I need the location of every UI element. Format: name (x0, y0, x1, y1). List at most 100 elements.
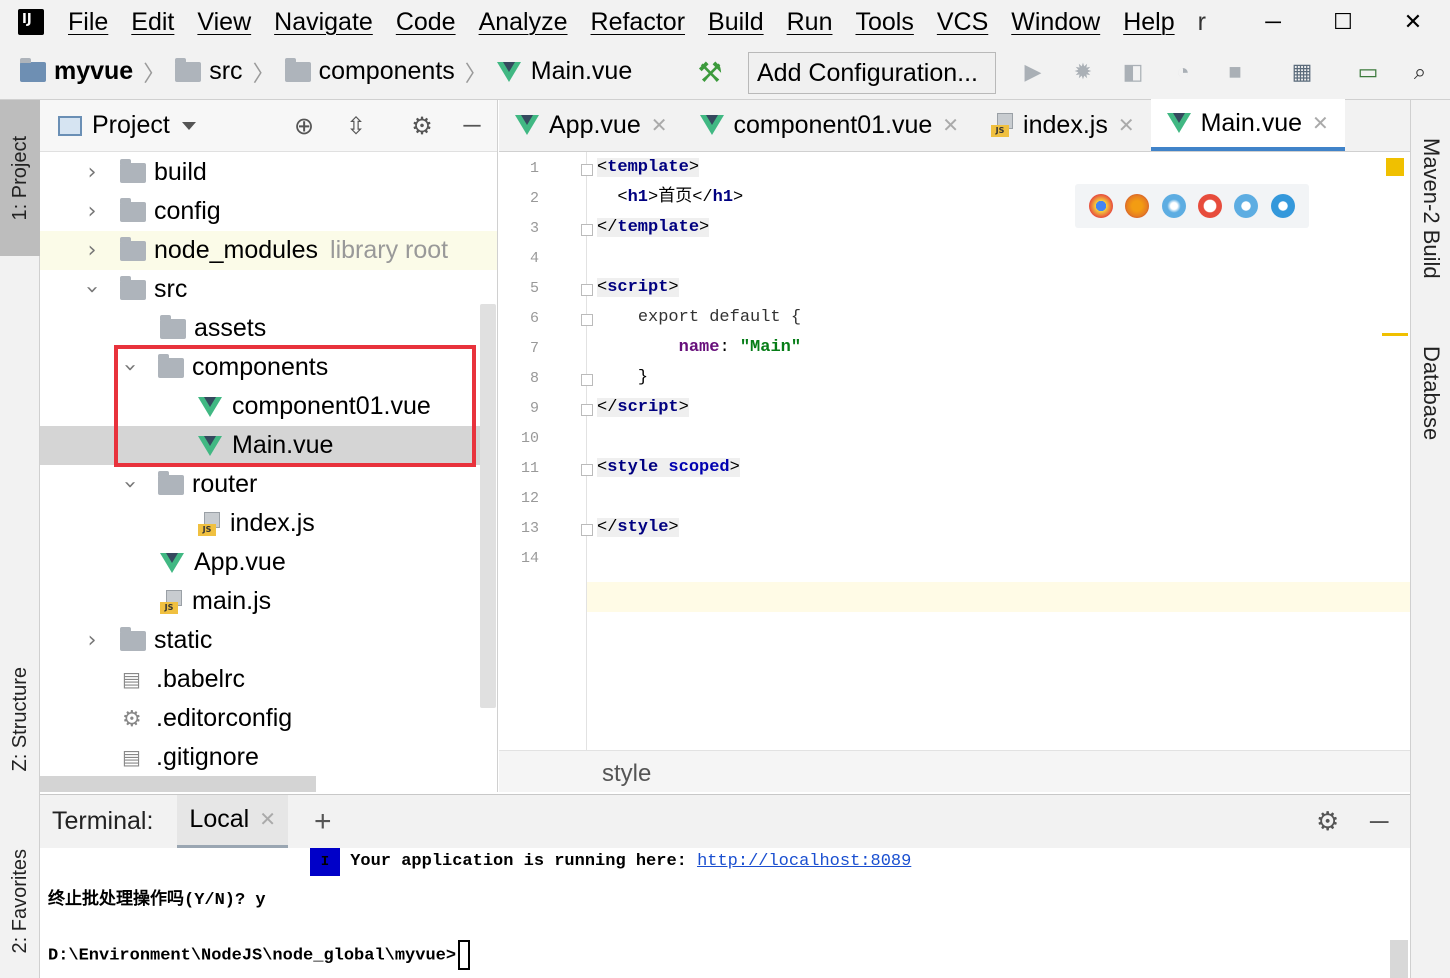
code-line-3[interactable]: </template> (597, 213, 710, 243)
terminal-output[interactable]: I Your application is running here: http… (40, 848, 1382, 978)
code-line-6[interactable]: export default { (597, 303, 801, 333)
code-line-13[interactable]: </style> (597, 513, 679, 543)
run-anything-icon[interactable]: ▭ (1350, 52, 1386, 92)
menu-code[interactable]: Code (396, 8, 456, 37)
coverage-icon[interactable]: ◧ (1116, 52, 1150, 92)
tab-component01-vue[interactable]: component01.vue ✕ (684, 99, 976, 151)
search-everywhere-icon[interactable]: ⌕ (1402, 52, 1438, 92)
tree-item-build[interactable]: › build (40, 153, 497, 192)
tree-item-index-js[interactable]: JS index.js (40, 504, 497, 543)
chevron-right-icon[interactable]: › (84, 199, 100, 224)
structure-tool-tab[interactable]: Z: Structure (0, 644, 40, 794)
fold-marker-icon[interactable] (581, 314, 593, 326)
debug-icon[interactable]: ✹ (1066, 52, 1100, 92)
hide-panel-icon[interactable]: ─ (1370, 806, 1388, 837)
localhost-link[interactable]: http://localhost:8089 (697, 852, 911, 871)
close-icon[interactable]: ✕ (1118, 113, 1135, 138)
minimize-button[interactable]: ─ (1238, 0, 1308, 44)
stop-icon[interactable]: ■ (1218, 52, 1252, 92)
tab-app-vue[interactable]: App.vue ✕ (499, 99, 684, 151)
close-icon[interactable]: ✕ (942, 113, 959, 138)
menu-overflow[interactable]: r (1198, 8, 1206, 37)
edge-icon[interactable] (1270, 194, 1295, 218)
chevron-right-icon[interactable]: › (84, 160, 100, 185)
menu-edit[interactable]: Edit (131, 8, 174, 37)
code-line-2[interactable]: <h1>首页</h1> (597, 183, 743, 213)
editor-breadcrumb[interactable]: style (499, 750, 1410, 792)
internet-explorer-icon[interactable] (1234, 194, 1259, 218)
code-line-11[interactable]: <style scoped> (597, 453, 740, 483)
tree-item-router[interactable]: › router (40, 465, 497, 504)
safari-icon[interactable] (1161, 194, 1186, 218)
project-structure-icon[interactable]: ▦ (1284, 52, 1320, 92)
gear-icon[interactable]: ⚙ (408, 112, 436, 140)
tab-index-js[interactable]: JS index.js ✕ (975, 99, 1151, 151)
code-line-1[interactable]: <template> (597, 153, 700, 183)
fold-marker-icon[interactable] (581, 164, 593, 176)
menu-window[interactable]: Window (1011, 8, 1100, 37)
collapse-all-icon[interactable]: ⇳ (342, 112, 370, 140)
menu-vcs[interactable]: VCS (937, 8, 988, 37)
locate-file-icon[interactable]: ⊕ (290, 112, 318, 140)
project-panel-title[interactable]: Project (92, 111, 170, 140)
maximize-button[interactable]: ☐ (1308, 0, 1378, 44)
fold-marker-icon[interactable] (581, 374, 593, 386)
fold-marker-icon[interactable] (581, 284, 593, 296)
tab-main-vue[interactable]: Main.vue ✕ (1150, 99, 1345, 151)
tree-item-editorconfig[interactable]: ⚙ .editorconfig (40, 699, 497, 738)
terminal-tab-local[interactable]: Local ✕ (177, 794, 288, 849)
add-configuration-button[interactable]: Add Configuration... (748, 52, 996, 94)
firefox-icon[interactable] (1125, 194, 1150, 218)
favorites-tool-tab[interactable]: 2: Favorites (0, 826, 40, 976)
fold-marker-icon[interactable] (581, 404, 593, 416)
fold-marker-icon[interactable] (581, 464, 593, 476)
chevron-down-icon[interactable]: › (118, 360, 143, 376)
close-icon[interactable]: ✕ (1312, 111, 1329, 136)
code-line-5[interactable]: <script> (597, 273, 679, 303)
chevron-down-icon[interactable]: › (118, 477, 143, 493)
menu-file[interactable]: File (68, 8, 108, 37)
tree-item-gitignore[interactable]: ▤ .gitignore (40, 738, 497, 777)
tree-item-src[interactable]: › src (40, 270, 497, 309)
code-line-7[interactable]: name: "Main" (597, 333, 801, 363)
menu-refactor[interactable]: Refactor (591, 8, 685, 37)
run-icon[interactable]: ▶ (1016, 52, 1050, 92)
breadcrumb-src[interactable]: src (209, 57, 242, 86)
tree-item-main-vue[interactable]: Main.vue (40, 426, 480, 465)
hide-panel-icon[interactable]: ─ (458, 112, 486, 140)
breadcrumb-file[interactable]: Main.vue (531, 57, 632, 86)
breadcrumb-project[interactable]: myvue (54, 57, 133, 86)
tree-item-app-vue[interactable]: App.vue (40, 543, 497, 582)
menu-run[interactable]: Run (787, 8, 833, 37)
maven-tool-tab[interactable]: Maven-2 Build (1411, 118, 1450, 298)
terminal-scrollbar[interactable] (1390, 940, 1408, 978)
tree-item-components[interactable]: › components (40, 348, 497, 387)
menu-tools[interactable]: Tools (855, 8, 913, 37)
tree-item-babelrc[interactable]: ▤ .babelrc (40, 660, 497, 699)
opera-icon[interactable] (1198, 194, 1223, 218)
menu-help[interactable]: Help (1123, 8, 1174, 37)
database-tool-tab[interactable]: Database (1411, 328, 1450, 458)
menu-build[interactable]: Build (708, 8, 764, 37)
error-stripe-mark[interactable] (1382, 333, 1408, 336)
close-icon[interactable]: ✕ (651, 113, 668, 138)
code-line-8[interactable]: } (597, 363, 648, 393)
tree-item-component01[interactable]: component01.vue (40, 387, 497, 426)
chevron-right-icon[interactable]: › (84, 628, 100, 653)
vertical-scrollbar[interactable] (480, 304, 496, 708)
gear-icon[interactable]: ⚙ (1316, 806, 1339, 837)
profile-icon[interactable]: ◔ (1166, 52, 1200, 92)
menu-navigate[interactable]: Navigate (274, 8, 373, 37)
new-terminal-button[interactable]: + (314, 805, 332, 839)
tree-item-static[interactable]: › static (40, 621, 497, 660)
fold-marker-icon[interactable] (581, 224, 593, 236)
build-hammer-icon[interactable]: ⚒ (692, 52, 728, 92)
chrome-icon[interactable] (1089, 194, 1114, 218)
menu-analyze[interactable]: Analyze (479, 8, 568, 37)
tree-item-config[interactable]: › config (40, 192, 497, 231)
code-line-9[interactable]: </script> (597, 393, 689, 423)
close-icon[interactable]: ✕ (259, 807, 276, 832)
tree-item-assets[interactable]: assets (40, 309, 497, 348)
tree-item-node-modules[interactable]: › node_modules library root (40, 231, 497, 270)
chevron-down-icon[interactable]: › (80, 282, 105, 298)
